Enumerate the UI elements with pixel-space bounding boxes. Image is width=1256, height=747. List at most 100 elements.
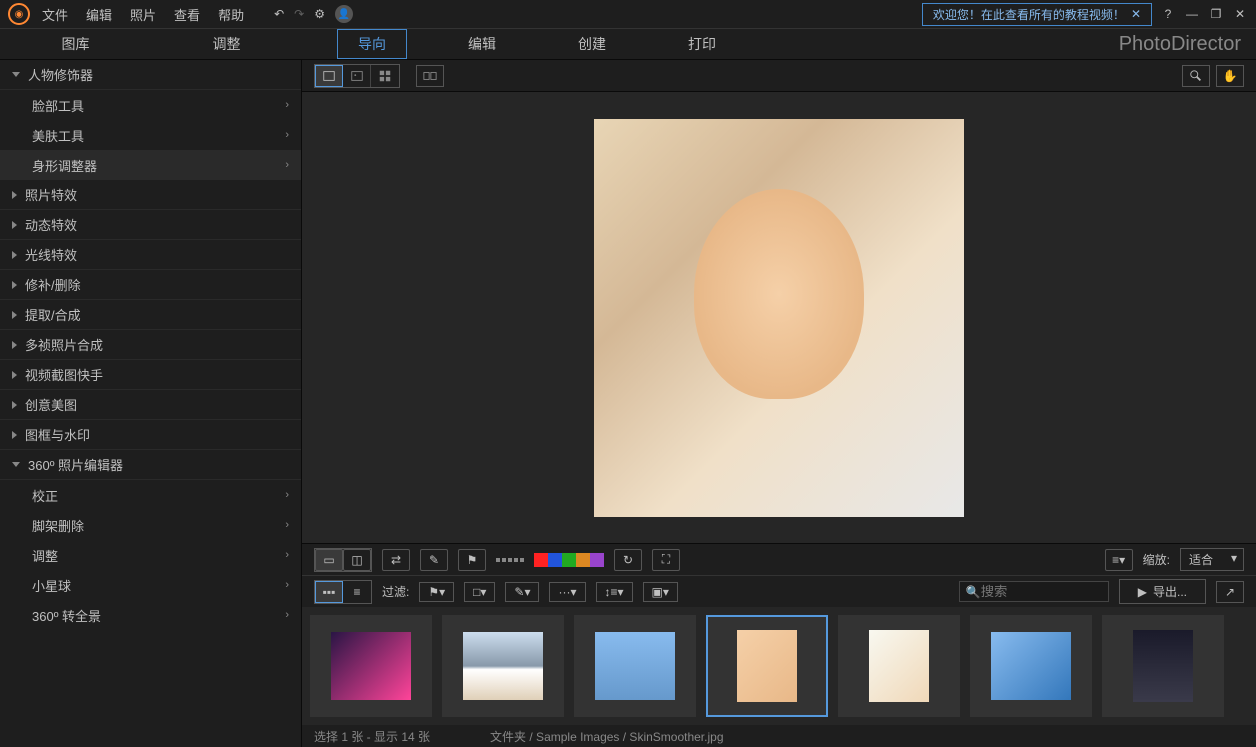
sidebar-sub-item[interactable]: 小星球›: [0, 570, 301, 600]
undo-icon[interactable]: ↶: [274, 7, 284, 21]
sidebar-sub-item[interactable]: 脸部工具›: [0, 90, 301, 120]
sidebar-sub-item[interactable]: 脚架删除›: [0, 510, 301, 540]
view-thumb-icon[interactable]: [343, 65, 371, 87]
sidebar-group-label: 修补/删除: [25, 275, 81, 294]
thumbnail-image: [737, 630, 797, 702]
filter-sort[interactable]: ↕≡▾: [596, 582, 633, 602]
sidebar-group[interactable]: 光线特效: [0, 240, 301, 270]
tab-edit[interactable]: 编辑: [447, 29, 517, 59]
filter-flag[interactable]: ⚑▾: [419, 582, 454, 602]
sidebar-group[interactable]: 视频截图快手: [0, 360, 301, 390]
minimize-icon[interactable]: —: [1184, 6, 1200, 22]
color-swatch[interactable]: [590, 553, 604, 567]
menu-help[interactable]: 帮助: [218, 5, 244, 24]
view-single-icon[interactable]: [315, 65, 343, 87]
tab-adjust[interactable]: 调整: [151, 29, 302, 59]
thumbnail[interactable]: [706, 615, 828, 717]
view-grid-icon[interactable]: [371, 65, 399, 87]
thumbnail[interactable]: [442, 615, 564, 717]
menu-view[interactable]: 查看: [174, 5, 200, 24]
chevron-right-icon: [12, 341, 17, 349]
menu-photo[interactable]: 照片: [130, 5, 156, 24]
sidebar-group[interactable]: 人物修饰器: [0, 60, 301, 90]
redo-icon[interactable]: ↷: [294, 7, 304, 21]
tutorial-banner[interactable]: 欢迎您！在此查看所有的教程视频！ ✕: [922, 3, 1152, 26]
close-icon[interactable]: ✕: [1131, 7, 1141, 21]
color-swatch[interactable]: [576, 553, 590, 567]
filter-brush[interactable]: ✎▾: [505, 582, 539, 602]
zoom-select[interactable]: 适合 ▾: [1180, 548, 1244, 571]
sidebar-group[interactable]: 多祯照片合成: [0, 330, 301, 360]
help-icon[interactable]: ?: [1160, 6, 1176, 22]
export-button[interactable]: ▶ 导出...: [1119, 579, 1206, 604]
left-tabs: 图库 调整: [0, 29, 302, 59]
close-window-icon[interactable]: ✕: [1232, 6, 1248, 22]
thumbnail[interactable]: [574, 615, 696, 717]
tab-guided[interactable]: 导向: [337, 29, 407, 59]
color-swatches[interactable]: [534, 553, 604, 567]
sidebar-group-label: 人物修饰器: [28, 65, 93, 84]
sidebar-group[interactable]: 动态特效: [0, 210, 301, 240]
sidebar-group[interactable]: 360º 照片编辑器: [0, 450, 301, 480]
chevron-right-icon: [12, 191, 17, 199]
color-swatch[interactable]: [562, 553, 576, 567]
tab-library[interactable]: 图库: [0, 29, 151, 59]
viewer-toolbar: ✋: [302, 60, 1256, 92]
maximize-icon[interactable]: ❐: [1208, 6, 1224, 22]
list-icon[interactable]: ≡▾: [1105, 549, 1133, 571]
filter-label-btn[interactable]: □▾: [464, 582, 495, 602]
thumbnail[interactable]: [838, 615, 960, 717]
thumbnail[interactable]: [1102, 615, 1224, 717]
zoom-icon[interactable]: [1182, 65, 1210, 87]
sidebar-group[interactable]: 照片特效: [0, 180, 301, 210]
layout-single-icon[interactable]: ▭: [315, 549, 343, 571]
search-box[interactable]: 🔍 ✕: [959, 581, 1109, 602]
pan-icon[interactable]: ✋: [1216, 65, 1244, 87]
sidebar-sub-item[interactable]: 美肤工具›: [0, 120, 301, 150]
main-tabs: 导向 编辑 创建 打印: [302, 29, 737, 59]
color-swatch[interactable]: [548, 553, 562, 567]
flag-icon[interactable]: ⚑: [458, 549, 486, 571]
filter-stack[interactable]: ▣▾: [643, 582, 678, 602]
rating-dots[interactable]: [496, 558, 524, 562]
filter-label: 过滤:: [382, 583, 409, 600]
content: ✋ ▭ ◫ ⇄ ✎ ⚑ ↻ ⛶ ≡▾ 缩放:: [302, 60, 1256, 747]
top-right: 欢迎您！在此查看所有的教程视频！ ✕ ? — ❐ ✕: [922, 3, 1248, 26]
tab-print[interactable]: 打印: [667, 29, 737, 59]
chevron-right-icon: ›: [285, 579, 289, 591]
reload-icon[interactable]: ↻: [614, 549, 642, 571]
sidebar-sub-item[interactable]: 360º 转全景›: [0, 600, 301, 630]
sidebar-sub-item[interactable]: 身形调整器›: [0, 150, 301, 180]
color-swatch[interactable]: [534, 553, 548, 567]
sidebar-group[interactable]: 提取/合成: [0, 300, 301, 330]
brush-icon[interactable]: ✎: [420, 549, 448, 571]
gear-icon[interactable]: ⚙: [314, 7, 325, 21]
sidebar-sub-item[interactable]: 调整›: [0, 540, 301, 570]
sidebar-group[interactable]: 创意美图: [0, 390, 301, 420]
tab-create[interactable]: 创建: [557, 29, 627, 59]
menu-file[interactable]: 文件: [42, 5, 68, 24]
filter-rating[interactable]: ···▾: [549, 582, 585, 602]
thumb-small-icon[interactable]: ▪▪▪: [315, 581, 343, 603]
sidebar-group-label: 视频截图快手: [25, 365, 103, 384]
layout-split-icon[interactable]: ◫: [343, 549, 371, 571]
thumbnail-image: [869, 630, 929, 702]
user-icon[interactable]: 👤: [335, 5, 353, 23]
filter-toolbar: ▪▪▪ ≡ 过滤: ⚑▾ □▾ ✎▾ ···▾ ↕≡▾ ▣▾ 🔍 ✕ ▶ 导出.…: [302, 575, 1256, 607]
thumbnail-image: [991, 632, 1071, 700]
image-viewer[interactable]: [302, 92, 1256, 543]
thumb-list-icon[interactable]: ≡: [343, 581, 371, 603]
sidebar-group[interactable]: 图框与水印: [0, 420, 301, 450]
compare-icon[interactable]: [416, 65, 444, 87]
share-icon[interactable]: ↗: [1216, 581, 1244, 603]
thumbnail[interactable]: [310, 615, 432, 717]
chevron-down-icon: [12, 72, 20, 77]
sidebar-sub-item[interactable]: 校正›: [0, 480, 301, 510]
thumbnail-image: [331, 632, 411, 700]
crop-icon[interactable]: ⛶: [652, 549, 680, 571]
chevron-right-icon: [12, 431, 17, 439]
rotate-icon[interactable]: ⇄: [382, 549, 410, 571]
menu-edit[interactable]: 编辑: [86, 5, 112, 24]
thumbnail[interactable]: [970, 615, 1092, 717]
sidebar-group[interactable]: 修补/删除: [0, 270, 301, 300]
